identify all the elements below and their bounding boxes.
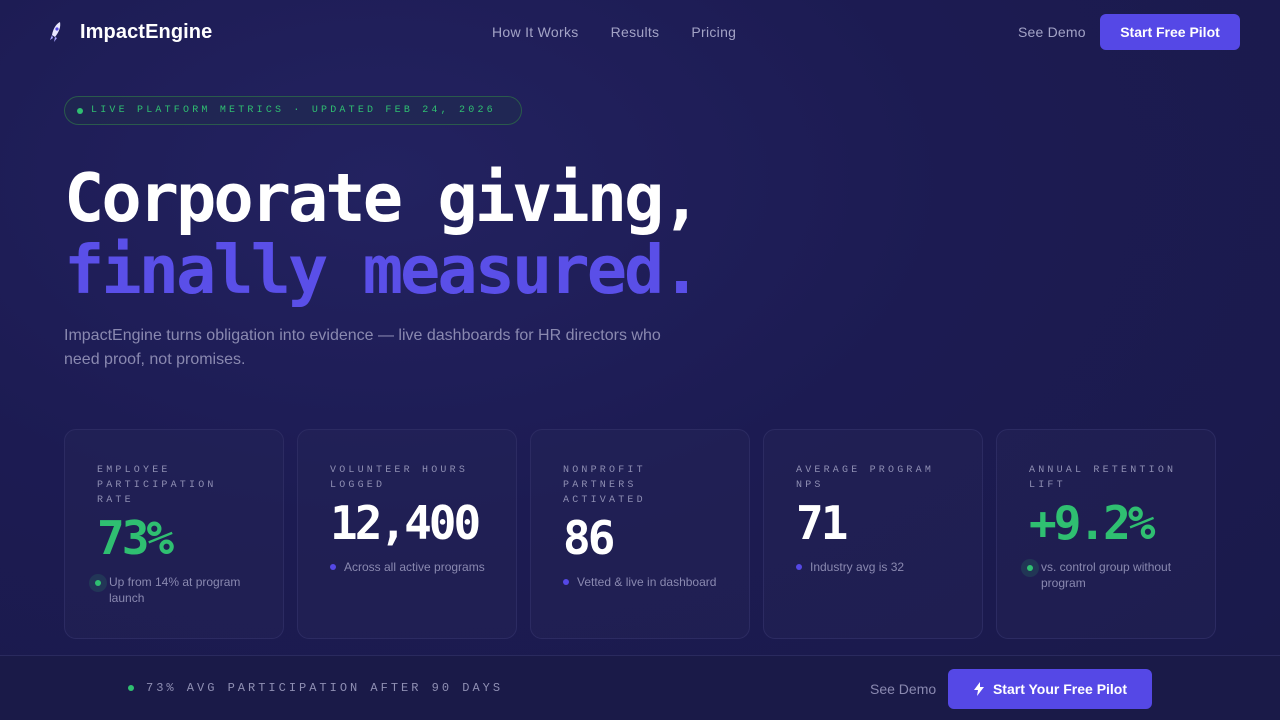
metric-label: EMPLOYEE PARTICIPATION RATE — [97, 465, 217, 506]
hero-headline: Corporate giving, finally measured. — [64, 159, 702, 309]
brand-name: ImpactEngine — [80, 20, 213, 43]
metric-note: Vetted & live in dashboard — [563, 574, 729, 590]
rocket-icon — [50, 22, 61, 42]
purple-dot-icon — [330, 564, 336, 570]
purple-dot-icon — [796, 564, 802, 570]
metric-label: ANNUAL RETENTION LIFT — [1029, 465, 1177, 491]
nav-link-pricing[interactable]: Pricing — [691, 24, 736, 40]
bottom-bar-stat: 73% AVG PARTICIPATION AFTER 90 DAYS — [146, 681, 504, 695]
metric-label: NONPROFIT PARTNERS ACTIVATED — [563, 465, 646, 506]
metric-card-volunteer-hours: VOLUNTEER HOURS LOGGED 12,400 Across all… — [297, 429, 517, 639]
top-nav: ImpactEngine How It Works Results Pricin… — [0, 0, 1280, 64]
cta-label: Start Your Free Pilot — [992, 681, 1128, 697]
metric-note: Industry avg is 32 — [796, 559, 962, 575]
brand-logo[interactable]: ImpactEngine — [46, 20, 212, 44]
see-demo-link[interactable]: See Demo — [1018, 24, 1086, 40]
metric-note-text: Industry avg is 32 — [810, 560, 905, 574]
purple-dot-icon — [563, 579, 569, 585]
metric-note: Across all active programs — [330, 559, 496, 575]
metric-note-text: Up from 14% at program launch — [109, 575, 241, 605]
metric-card-participation: EMPLOYEE PARTICIPATION RATE 73% Up from … — [64, 429, 284, 639]
metric-note-text: Across all active programs — [344, 560, 485, 574]
green-dot-icon — [89, 574, 107, 592]
metric-card-retention-lift: ANNUAL RETENTION LIFT +9.2% vs. control … — [996, 429, 1216, 639]
metric-value: 73% — [97, 511, 174, 565]
bolt-icon — [973, 682, 984, 696]
metric-label: AVERAGE PROGRAM NPS — [796, 465, 935, 491]
metrics-cards: EMPLOYEE PARTICIPATION RATE 73% Up from … — [64, 429, 1216, 639]
status-dot — [128, 685, 134, 691]
metric-value: +9.2% — [1029, 496, 1155, 550]
metric-label: VOLUNTEER HOURS LOGGED — [330, 465, 469, 491]
headline-line-1: Corporate giving, — [64, 159, 702, 237]
metric-note: vs. control group without program — [1021, 559, 1195, 591]
metric-note-text: Vetted & live in dashboard — [577, 575, 717, 589]
live-metrics-badge: LIVE PLATFORM METRICS · UPDATED FEB 24, … — [64, 96, 522, 125]
nav-link-results[interactable]: Results — [611, 24, 660, 40]
badge-text: LIVE PLATFORM METRICS · UPDATED FEB 24, … — [91, 105, 496, 116]
hero-subtitle: ImpactEngine turns obligation into evide… — [64, 327, 661, 368]
headline-line-2: finally measured. — [64, 231, 702, 309]
start-your-free-pilot-button[interactable]: Start Your Free Pilot — [948, 669, 1152, 709]
nav-link-how-it-works[interactable]: How It Works — [492, 24, 579, 40]
status-dot — [77, 107, 83, 114]
metric-value: 86 — [563, 511, 615, 565]
metric-note-text: vs. control group without program — [1041, 560, 1172, 590]
metric-value: 71 — [796, 496, 848, 550]
green-dot-icon — [1021, 559, 1039, 577]
start-free-pilot-button[interactable]: Start Free Pilot — [1100, 14, 1240, 50]
metric-note: Up from 14% at program launch — [89, 574, 263, 606]
metric-card-program-nps: AVERAGE PROGRAM NPS 71 Industry avg is 3… — [763, 429, 983, 639]
sticky-bottom-bar: 73% AVG PARTICIPATION AFTER 90 DAYS See … — [0, 655, 1280, 720]
metric-value: 12,400 — [330, 496, 481, 550]
metric-card-nonprofit-partners: NONPROFIT PARTNERS ACTIVATED 86 Vetted &… — [530, 429, 750, 639]
see-demo-link-bottom[interactable]: See Demo — [870, 681, 936, 697]
nav-links: How It Works Results Pricing — [492, 24, 736, 40]
